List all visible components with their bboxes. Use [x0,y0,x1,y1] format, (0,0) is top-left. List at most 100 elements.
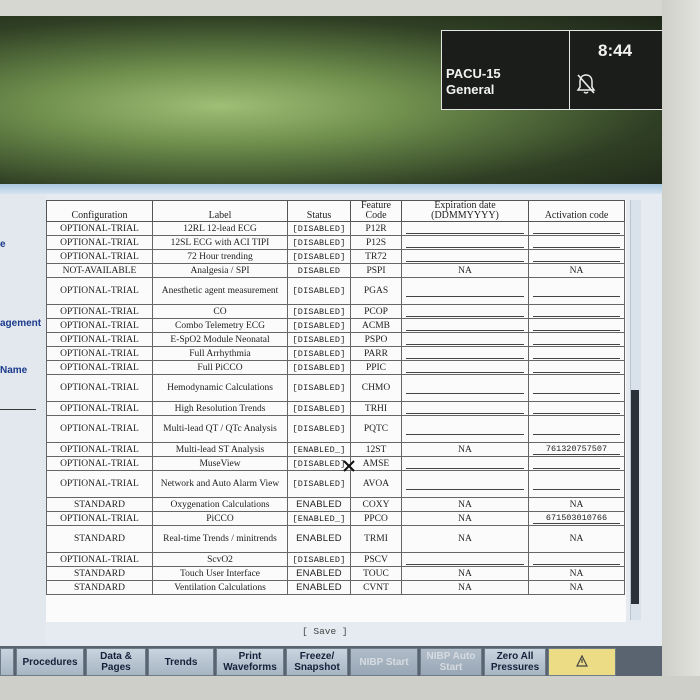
table-row[interactable]: OPTIONAL-TRIAL PiCCO [ENABLED_] PPCO NA 67150… [46,511,625,526]
nibp-auto-start-button[interactable]: NIBP Auto Start [420,648,482,676]
activation-code-field[interactable] [533,403,620,414]
table-row[interactable]: OPTIONAL-TRIAL Multi-lead QT / QTc Analys… [46,415,625,443]
expiration-field[interactable] [406,458,524,469]
feature-code-cell: PARR [350,346,402,361]
label-cell: Hemodynamic Calculations [152,374,288,402]
nav-item-name[interactable]: Name [0,365,27,376]
activation-code-field[interactable] [533,251,620,262]
status-cell: [DISABLED] [287,346,351,361]
scrollbar-thumb[interactable] [631,390,639,604]
table-row[interactable]: OPTIONAL-TRIAL 12SL ECG with ACI TIPI [DIS… [46,235,625,250]
label-cell: MuseView [152,456,288,471]
activation-code-field[interactable] [533,334,620,345]
freeze-snapshot-button[interactable]: Freeze/ Snapshot [286,648,348,676]
label-cell: ScvO2 [152,552,288,567]
table-row[interactable]: OPTIONAL-TRIAL Full Arrhythmia [DISABLED] P… [46,346,625,361]
label-cell: Multi-lead ST Analysis [152,442,288,457]
status-cell: ENABLED [287,580,351,595]
label-cell: PiCCO [152,511,288,526]
activation-code-field[interactable] [533,320,620,331]
activation-code-field[interactable] [533,348,620,359]
table-row[interactable]: STANDARD Touch User Interface ENABLED TOUC N… [46,566,625,581]
table-row[interactable]: OPTIONAL-TRIAL Network and Auto Alarm Vie… [46,470,625,498]
label-cell: Ventilation Calculations [152,580,288,595]
trends-button[interactable]: Trends [148,648,214,676]
table-row[interactable]: OPTIONAL-TRIAL Anesthetic agent measureme… [46,277,625,305]
table-row[interactable]: OPTIONAL-TRIAL 12RL 12-lead ECG [DISABLED]… [46,221,625,236]
feature-code-cell: TR72 [350,249,402,264]
table-row[interactable]: STANDARD Oxygenation Calculations ENABLED C… [46,497,625,512]
activation-code-field[interactable] [533,306,620,317]
table-row[interactable]: STANDARD Real-time Trends / minitrends ENA… [46,525,625,553]
activation-code-field[interactable] [533,458,620,469]
table-row[interactable]: OPTIONAL-TRIAL 72 Hour trending [DISABLED]… [46,249,625,264]
table-row[interactable]: OPTIONAL-TRIAL CO [DISABLED] PCOP [46,304,625,319]
table-row[interactable]: OPTIONAL-TRIAL Full PiCCO [DISABLED] PPIC [46,360,625,375]
expiration-cell [401,415,529,443]
activation-code-field[interactable] [533,362,620,373]
expiration-field[interactable] [406,554,524,565]
status-cell: ENABLED [287,525,351,553]
zero-all-pressures-button[interactable]: Zero All Pressures [484,648,546,676]
alarm-pause-button[interactable] [548,648,616,676]
expiration-field[interactable] [406,334,524,345]
status-cell: [DISABLED] [287,456,351,471]
label-cell: Multi-lead QT / QTc Analysis [152,415,288,443]
expiration-field[interactable] [406,251,524,262]
expiration-field[interactable] [406,286,524,297]
status-cell: ENABLED [287,497,351,512]
config-cell: OPTIONAL-TRIAL [46,456,153,471]
activation-code-field[interactable] [533,554,620,565]
activation-code-field[interactable] [533,237,620,248]
activation-code-field[interactable]: 671503010766 [533,513,620,524]
patient-status-box[interactable]: PACU-15 General 8:44 [441,30,664,110]
expiration-field: NA [458,568,472,579]
expiration-field[interactable] [406,383,524,394]
nav-item-1[interactable]: e [0,239,6,250]
expiration-field[interactable] [406,479,524,490]
softkey-partial[interactable] [0,648,14,676]
activation-code-field[interactable]: 761320757507 [533,444,620,455]
activation-code-field[interactable] [533,479,620,490]
expiration-field[interactable] [406,424,524,435]
expiration-field[interactable] [406,348,524,359]
data-and-pages-button[interactable]: Data & Pages [86,648,146,676]
save-button[interactable]: [ Save ] [302,626,348,637]
activation-code-cell [528,401,625,416]
table-row[interactable]: NOT-AVAILABLE Analgesia / SPI DISABLED PSPI… [46,263,625,278]
activation-code-field[interactable] [533,424,620,435]
activation-code-field[interactable] [533,223,620,234]
expiration-field[interactable] [406,362,524,373]
table-row[interactable]: OPTIONAL-TRIAL Hemodynamic Calculations [D… [46,374,625,402]
table-row[interactable]: STANDARD Ventilation Calculations ENABLED C… [46,580,625,595]
table-row[interactable]: OPTIONAL-TRIAL High Resolution Trends [DIS… [46,401,625,416]
bed-name: PACU-15 [446,66,501,81]
print-waveforms-button[interactable]: Print Waveforms [216,648,284,676]
table-scrollbar[interactable] [630,200,641,620]
table-row[interactable]: OPTIONAL-TRIAL Multi-lead ST Analysis [ENA… [46,442,625,457]
expiration-field[interactable] [406,306,524,317]
activation-code-cell [528,470,625,498]
config-cell: OPTIONAL-TRIAL [46,235,153,250]
feature-code-cell: PPCO [350,511,402,526]
procedures-button[interactable]: Procedures [16,648,84,676]
expiration-field[interactable] [406,237,524,248]
activation-code-field[interactable] [533,286,620,297]
activation-code-cell: NA [528,263,625,278]
status-cell: [DISABLED] [287,374,351,402]
table-row[interactable]: OPTIONAL-TRIAL E-SpO2 Module Neonatal [DIS… [46,332,625,347]
table-row[interactable]: OPTIONAL-TRIAL MuseView [DISABLED] AMSE [46,456,625,471]
activation-code-field[interactable] [533,383,620,394]
config-cell: OPTIONAL-TRIAL [46,332,153,347]
expiration-field[interactable] [406,320,524,331]
nav-item-management[interactable]: agement [0,318,41,329]
table-row[interactable]: OPTIONAL-TRIAL ScvO2 [DISABLED] PSCV [46,552,625,567]
feature-code-cell: TRHI [350,401,402,416]
expiration-field[interactable] [406,403,524,414]
col-header-expiration: Expiration date (DDMMYYYY) [401,200,529,222]
table-row[interactable]: OPTIONAL-TRIAL Combo Telemetry ECG [DISABL… [46,318,625,333]
nibp-start-button[interactable]: NIBP Start [350,648,418,676]
expiration-field[interactable] [406,223,524,234]
config-cell: OPTIONAL-TRIAL [46,249,153,264]
monitor-bezel-bottom [0,676,700,700]
